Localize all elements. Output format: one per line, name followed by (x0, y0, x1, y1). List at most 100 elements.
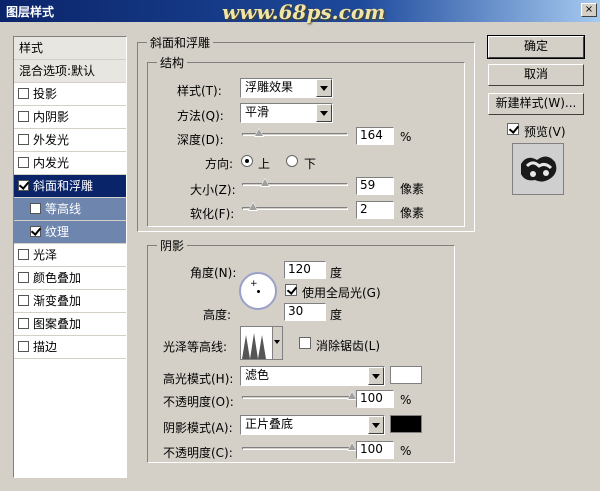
style-item-inner-glow[interactable]: 内发光 (14, 152, 126, 175)
ok-button[interactable]: 确定 (487, 35, 585, 59)
checkbox-icon[interactable] (18, 272, 29, 283)
angle-unit: 度 (330, 266, 343, 280)
style-select[interactable]: 浮雕效果 (240, 78, 333, 98)
size-unit: 像素 (400, 182, 425, 196)
slider-thumb[interactable] (260, 178, 271, 187)
new-style-button[interactable]: 新建样式(W)... (488, 93, 584, 115)
soften-input[interactable]: 2 (356, 201, 394, 219)
style-item-gradient-overlay[interactable]: 渐变叠加 (14, 290, 126, 313)
shadow-opacity-slider[interactable] (242, 442, 357, 456)
antialias-label: 消除锯齿(L) (316, 339, 381, 353)
angle-input[interactable]: 120 (284, 261, 326, 279)
gloss-contour-picker[interactable] (240, 326, 283, 360)
size-label: 大小(Z): (190, 183, 236, 197)
depth-unit: % (400, 130, 412, 144)
style-item-pattern-overlay[interactable]: 图案叠加 (14, 313, 126, 336)
checkbox-icon[interactable] (18, 111, 29, 122)
style-item-bevel-emboss[interactable]: 斜面和浮雕 (14, 175, 126, 198)
direction-label: 方向: (205, 157, 234, 171)
depth-label: 深度(D): (177, 133, 224, 147)
angle-dial[interactable]: + (239, 272, 277, 310)
checkbox-icon[interactable] (18, 318, 29, 329)
style-item-inner-shadow[interactable]: 内阴影 (14, 106, 126, 129)
bevel-emboss-title: 斜面和浮雕 (147, 34, 214, 51)
checkbox-icon[interactable] (18, 157, 29, 168)
checkbox-checked-icon[interactable] (18, 180, 29, 191)
altitude-unit: 度 (330, 308, 343, 322)
highlight-mode-select[interactable]: 滤色 (240, 366, 385, 386)
style-item-drop-shadow[interactable]: 投影 (14, 83, 126, 106)
highlight-color-swatch[interactable] (390, 366, 422, 384)
window-title: 图层样式 (6, 5, 55, 19)
structure-title: 结构 (157, 54, 188, 71)
checkbox-icon[interactable] (18, 88, 29, 99)
depth-slider[interactable] (242, 128, 348, 142)
shadow-mode-select[interactable]: 正片叠底 (240, 415, 385, 435)
style-item-contour[interactable]: 等高线 (14, 198, 126, 221)
dropdown-arrow-icon[interactable] (316, 104, 332, 122)
highlight-opacity-input[interactable]: 100 (356, 390, 394, 408)
direction-up-label: 上 (258, 157, 271, 171)
soften-unit: 像素 (400, 206, 425, 220)
dropdown-arrow-icon[interactable] (368, 416, 384, 434)
style-preview-thumbnail (512, 143, 564, 195)
checkbox-icon[interactable] (18, 249, 29, 260)
angle-label: 角度(N): (190, 266, 237, 280)
highlight-opacity-label: 不透明度(O): (163, 395, 234, 409)
altitude-label: 高度: (203, 308, 232, 322)
checkbox-icon[interactable] (30, 203, 41, 214)
size-slider[interactable] (242, 178, 348, 192)
global-light-label: 使用全局光(G) (302, 286, 381, 300)
crosshair-icon: + (250, 279, 258, 289)
preview-image-icon (513, 144, 563, 194)
shadow-opacity-input[interactable]: 100 (356, 441, 394, 459)
dropdown-arrow-icon[interactable] (368, 367, 384, 385)
gloss-contour-label: 光泽等高线: (163, 340, 228, 354)
highlight-opacity-slider[interactable] (242, 391, 357, 405)
cancel-button[interactable]: 取消 (488, 64, 584, 86)
checkbox-icon[interactable] (18, 134, 29, 145)
global-light-checkbox[interactable] (285, 284, 297, 296)
style-label: 样式(T): (177, 84, 222, 98)
style-item-texture[interactable]: 纹理 (14, 221, 126, 244)
soften-label: 软化(F): (190, 207, 235, 221)
antialias-checkbox[interactable] (299, 337, 311, 349)
title-bar: 图层样式 www.68ps.com × (0, 0, 600, 24)
dial-center (257, 290, 260, 293)
highlight-mode-label: 高光模式(H): (163, 372, 234, 386)
slider-thumb[interactable] (247, 202, 258, 211)
direction-up-radio[interactable] (241, 155, 253, 167)
shadow-opacity-unit: % (400, 444, 412, 458)
watermark: www.68ps.com (222, 0, 386, 24)
styles-header[interactable]: 样式 (14, 37, 126, 60)
checkbox-icon[interactable] (18, 341, 29, 352)
contour-thumbnail-icon (242, 327, 273, 359)
technique-select[interactable]: 平滑 (240, 103, 333, 123)
preview-checkbox[interactable] (507, 123, 519, 135)
slider-thumb[interactable] (253, 128, 264, 137)
altitude-input[interactable]: 30 (284, 303, 326, 321)
dropdown-arrow-icon[interactable] (316, 79, 332, 97)
preview-label: 预览(V) (524, 125, 566, 139)
shadow-opacity-label: 不透明度(C): (163, 446, 233, 460)
style-item-outer-glow[interactable]: 外发光 (14, 129, 126, 152)
direction-down-label: 下 (304, 157, 317, 171)
blending-options[interactable]: 混合选项:默认 (14, 60, 126, 83)
depth-input[interactable]: 164 (356, 127, 394, 145)
style-item-satin[interactable]: 光泽 (14, 244, 126, 267)
dropdown-arrow-icon[interactable] (272, 327, 282, 359)
size-input[interactable]: 59 (356, 177, 394, 195)
close-icon[interactable]: × (581, 3, 597, 17)
shading-title: 阴影 (157, 237, 188, 254)
shadow-mode-label: 阴影模式(A): (163, 421, 233, 435)
style-item-stroke[interactable]: 描边 (14, 336, 126, 359)
technique-label: 方法(Q): (177, 109, 224, 123)
shadow-color-swatch[interactable] (390, 415, 422, 433)
direction-down-radio[interactable] (286, 155, 298, 167)
checkbox-icon[interactable] (18, 295, 29, 306)
highlight-opacity-unit: % (400, 393, 412, 407)
style-item-color-overlay[interactable]: 颜色叠加 (14, 267, 126, 290)
checkbox-checked-icon[interactable] (30, 226, 41, 237)
soften-slider[interactable] (242, 202, 348, 216)
styles-list: 样式 混合选项:默认 投影 内阴影 外发光 内发光 斜面和浮雕 等高线 纹理 光… (13, 36, 127, 478)
